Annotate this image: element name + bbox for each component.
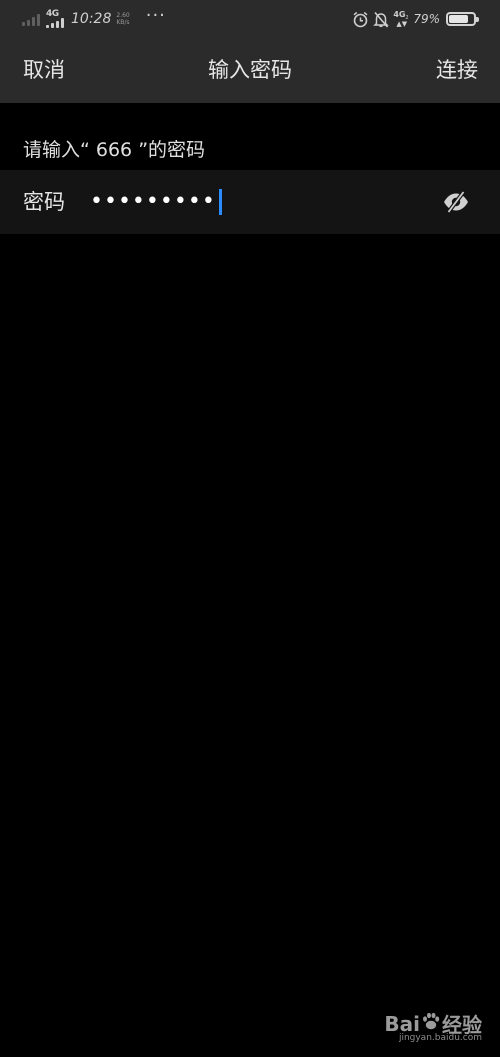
page-title: 输入密码 bbox=[208, 58, 292, 82]
baidu-jingyan-watermark: Bai 经验 jingyan.baidu.com bbox=[342, 1009, 482, 1044]
network-type-right-label: 4G bbox=[393, 10, 406, 19]
password-label: 密码 bbox=[23, 190, 65, 214]
battery-icon bbox=[446, 12, 479, 26]
battery-level-fill bbox=[449, 15, 468, 23]
mobile-data-icon: 4G bbox=[46, 9, 65, 29]
watermark-brand-left: Bai bbox=[384, 1011, 420, 1036]
password-prompt-text: 请输入“ 666 ”的密码 bbox=[23, 139, 206, 161]
status-bar-left: 4G 10:28 2.60 KB/s ··· bbox=[22, 5, 166, 29]
connect-button[interactable]: 连接 bbox=[436, 38, 478, 103]
status-bar: 4G 10:28 2.60 KB/s ··· 4G 2 ▲▼ 79% bbox=[0, 0, 500, 38]
mobile-network-icon: 4G 2 ▲▼ bbox=[393, 10, 409, 28]
password-masked-value: ••••••••• bbox=[90, 189, 216, 214]
password-input[interactable]: ••••••••• bbox=[90, 184, 420, 220]
password-field-row: 密码 ••••••••• bbox=[0, 170, 500, 234]
battery-percent: 79% bbox=[413, 12, 440, 26]
more-notifications-icon: ··· bbox=[145, 5, 166, 26]
dialog-header: 取消 输入密码 连接 bbox=[0, 38, 500, 103]
signal-icon bbox=[22, 12, 42, 26]
network-speed-unit: KB/s bbox=[116, 19, 130, 26]
watermark-url: jingyan.baidu.com bbox=[398, 1033, 482, 1043]
cancel-button[interactable]: 取消 bbox=[23, 38, 65, 103]
data-activity-icon: ▲▼ bbox=[396, 20, 408, 28]
text-cursor bbox=[218, 189, 222, 215]
status-bar-right: 4G 2 ▲▼ 79% bbox=[352, 9, 479, 29]
network-speed-value: 2.60 bbox=[116, 12, 130, 19]
notifications-off-icon bbox=[373, 11, 390, 28]
eye-off-icon[interactable] bbox=[442, 187, 470, 217]
alarm-icon bbox=[352, 11, 369, 28]
status-time: 10:28 bbox=[71, 11, 112, 27]
network-speed: 2.60 KB/s bbox=[116, 12, 129, 26]
